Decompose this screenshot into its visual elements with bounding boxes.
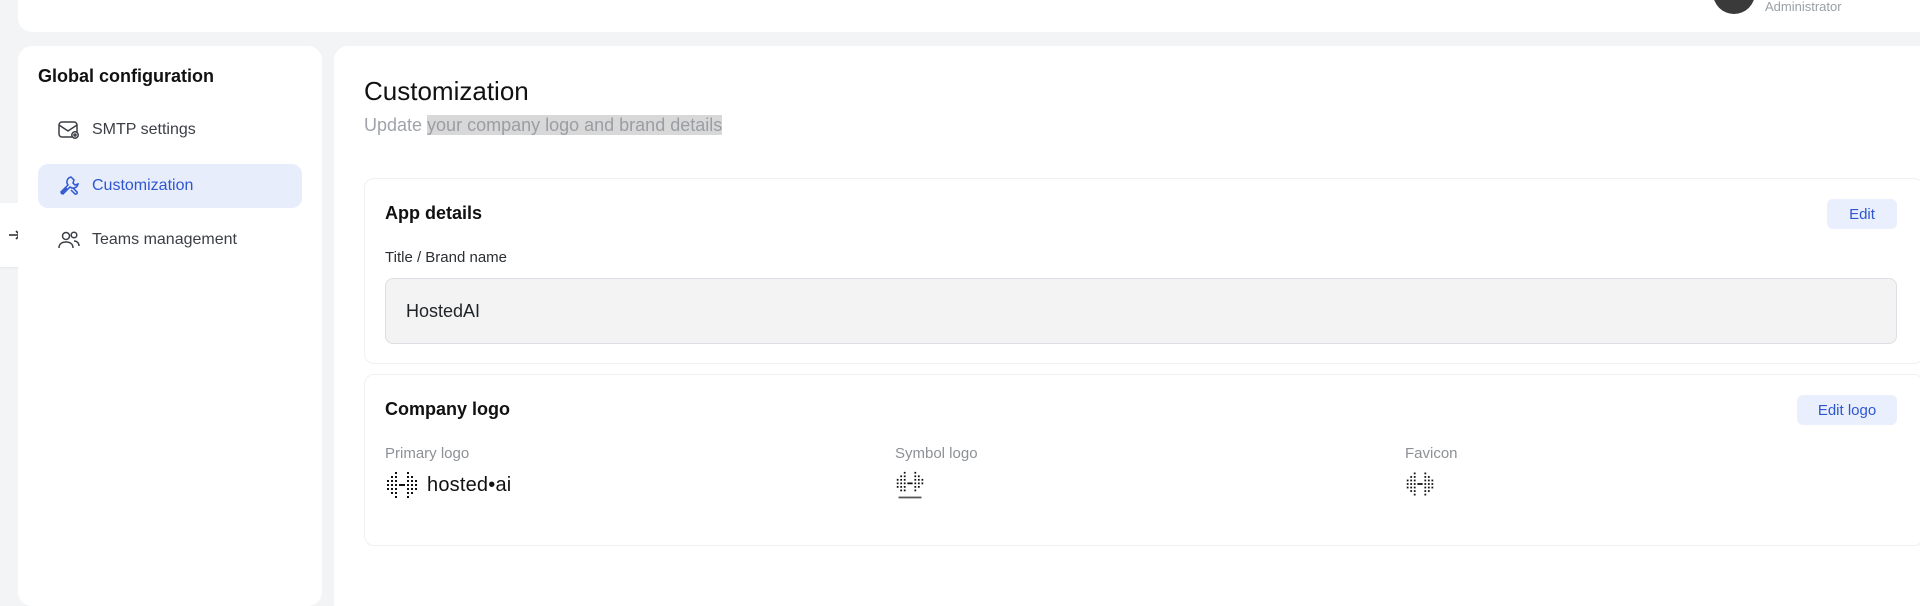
wrench-brush-icon — [56, 173, 82, 199]
company-logo-card: Company logo Edit logo Primary logo host… — [364, 374, 1920, 546]
primary-logo: hosted•ai — [385, 470, 511, 500]
sidebar-title: Global configuration — [38, 66, 214, 86]
favicon-section: Favicon — [1405, 445, 1458, 498]
edit-logo-button[interactable]: Edit logo — [1797, 395, 1897, 425]
avatar[interactable] — [1713, 0, 1755, 14]
primary-logo-label: Primary logo — [385, 445, 470, 462]
sidebar-item-label: Teams management — [92, 231, 237, 248]
top-bar: Administrator — [18, 0, 1920, 32]
hosted-ai-symbol-icon — [896, 471, 924, 499]
favicon-label: Favicon — [1405, 445, 1458, 462]
favicon — [1405, 470, 1458, 498]
primary-logo-wordmark: hosted•ai — [427, 473, 512, 496]
app-details-card: App details Edit Title / Brand name — [364, 178, 1920, 364]
page-subtitle-selected-text: your company logo and brand details — [427, 115, 723, 135]
symbol-logo-label: Symbol logo — [895, 445, 978, 462]
sidebar-item-label: Customization — [92, 177, 194, 194]
sidebar-item-smtp-settings[interactable]: SMTP settings — [38, 108, 302, 152]
sidebar-item-label: SMTP settings — [92, 121, 196, 138]
brand-name-field[interactable] — [385, 278, 1897, 344]
sidebar-item-customization[interactable]: Customization — [38, 164, 302, 208]
users-icon — [56, 227, 82, 253]
user-role: Administrator — [1765, 0, 1842, 14]
primary-logo-section: Primary logo hosted•ai — [385, 445, 511, 500]
edit-app-details-button[interactable]: Edit — [1827, 199, 1897, 229]
company-logo-title: Company logo — [385, 399, 510, 419]
settings-sidebar: Global configuration SMTP settings Custo… — [18, 46, 322, 606]
hosted-ai-symbol-icon — [1406, 472, 1434, 496]
brand-name-label: Title / Brand name — [385, 249, 507, 266]
mail-settings-icon — [56, 117, 82, 143]
app-details-title: App details — [385, 203, 483, 223]
main-content: Customization Update your company logo a… — [334, 46, 1920, 606]
page-subtitle: Update your company logo and brand detai… — [364, 115, 723, 136]
symbol-logo — [895, 470, 978, 502]
sidebar-item-teams-management[interactable]: Teams management — [38, 218, 302, 262]
page-title: Customization — [364, 76, 529, 106]
symbol-logo-section: Symbol logo — [895, 445, 978, 502]
page-subtitle-prefix: Update — [364, 115, 428, 135]
hosted-ai-symbol-icon — [387, 472, 417, 498]
